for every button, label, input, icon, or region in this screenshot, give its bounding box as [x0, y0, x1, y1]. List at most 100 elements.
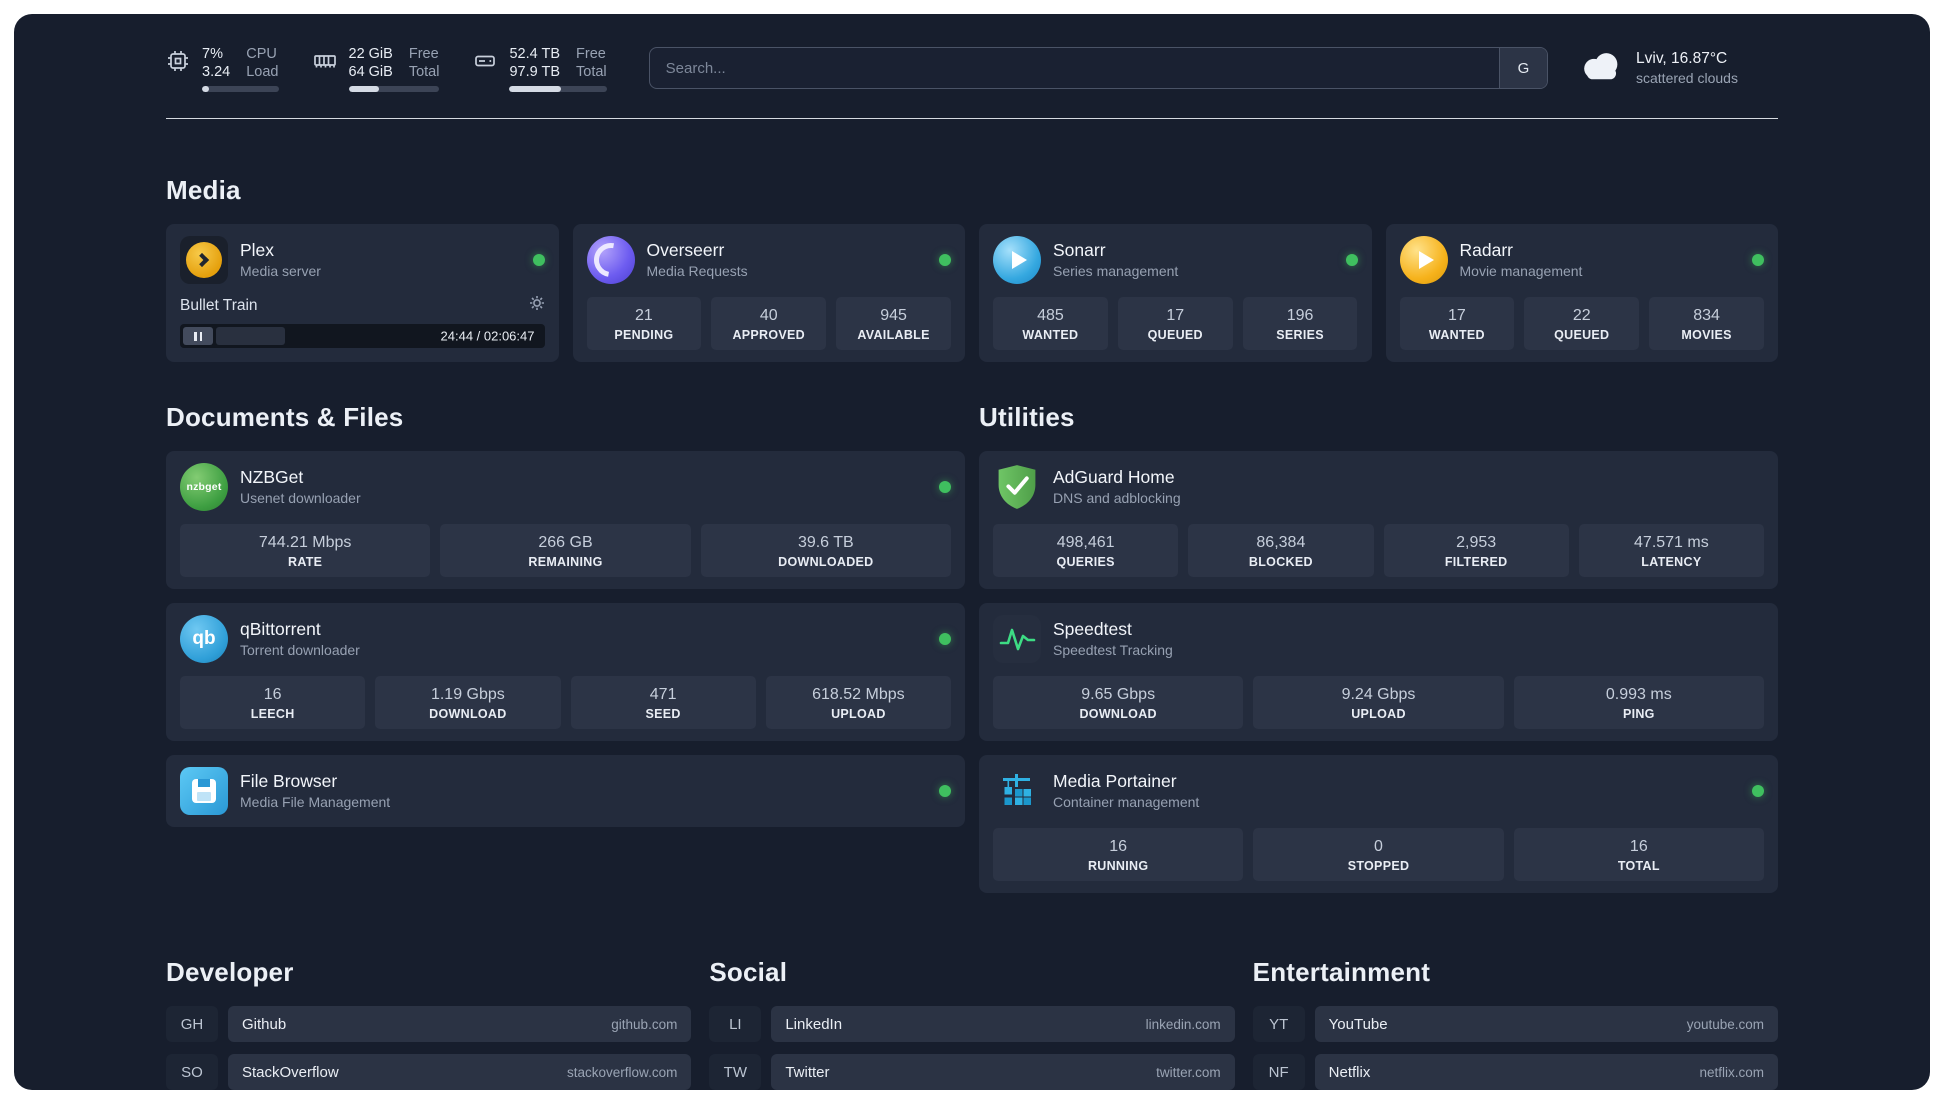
sonarr-icon: [993, 236, 1041, 284]
status-dot: [1345, 254, 1358, 266]
bookmark-name: Netflix: [1328, 1063, 1371, 1081]
stat-value: 16: [1109, 838, 1128, 855]
stat-box-download: 1.19 Gbps DOWNLOAD: [375, 676, 561, 729]
service-link-adguard[interactable]: AdGuard Home DNS and adblocking: [993, 463, 1764, 511]
service-link-filebrowser[interactable]: File Browser Media File Management: [180, 767, 951, 815]
stat-value: 0.993 ms: [1605, 686, 1672, 703]
service-desc: Series management: [1053, 263, 1179, 279]
plex-icon: [180, 236, 228, 284]
service-link-nzbget[interactable]: nzbget NZBGet Usenet downloader: [180, 463, 951, 511]
stat-value: 17: [1166, 307, 1185, 324]
bookmark-domain: netflix.com: [1699, 1064, 1764, 1080]
stat-box-filtered: 2,953 FILTERED: [1383, 524, 1569, 577]
stats-row: 498,461 QUERIES 86,384 BLOCKED 2,953 FIL…: [993, 524, 1764, 577]
bookmark-stackoverflow[interactable]: SO StackOverflow stackoverflow.com: [166, 1054, 692, 1090]
service-link-speedtest[interactable]: Speedtest Speedtest Tracking: [993, 615, 1764, 663]
cloud-icon: [1578, 50, 1624, 87]
stat-label: DOWNLOAD: [429, 707, 507, 721]
stat-box-pending: 21 PENDING: [586, 297, 702, 350]
service-name: Plex: [240, 240, 275, 260]
stat-label: AVAILABLE: [857, 328, 930, 342]
service-desc: Torrent downloader: [240, 642, 360, 658]
stat-label: WANTED: [1022, 328, 1079, 342]
speedtest-graph-icon: [993, 615, 1041, 663]
bookmark-name: LinkedIn: [785, 1015, 843, 1033]
stat-box-download: 9.65 Gbps DOWNLOAD: [993, 676, 1244, 729]
search-input[interactable]: [649, 48, 1499, 88]
bookmark-github[interactable]: GH Github github.com: [166, 1006, 692, 1042]
stat-label: REMAINING: [528, 555, 603, 569]
section-title-developer: Developer: [166, 957, 294, 987]
stat-value: 16: [263, 686, 282, 703]
bookmark-name: StackOverflow: [242, 1063, 339, 1081]
stat-label: WANTED: [1428, 328, 1485, 342]
stats-row: 744.21 Mbps RATE 266 GB REMAINING 39.6 T…: [180, 524, 951, 577]
pause-button[interactable]: [183, 327, 213, 345]
section-title-utilities: Utilities: [979, 402, 1075, 432]
utilities-column: Utilities AdGuard Home DNS and adblockin…: [979, 402, 1778, 893]
stat-value: 2,953: [1456, 534, 1497, 551]
weather-location: Lviv, 16.87°C: [1636, 50, 1728, 67]
service-card-qbittorrent: qb qBittorrent Torrent downloader 16 LEE…: [166, 603, 965, 741]
service-link-portainer[interactable]: Media Portainer Container management: [993, 767, 1764, 815]
status-dot: [1752, 254, 1764, 266]
stat-box-downloaded: 39.6 TB DOWNLOADED: [700, 524, 951, 577]
bookmark-twitter[interactable]: TW Twitter twitter.com: [709, 1054, 1235, 1090]
stat-label: UPLOAD: [1351, 707, 1406, 721]
disk-widget: 52.4 TB 97.9 TB Free Total: [473, 45, 607, 92]
stat-box-total: 16 TOTAL: [1513, 828, 1764, 881]
service-card-speedtest: Speedtest Speedtest Tracking 9.65 Gbps D…: [979, 603, 1778, 741]
stat-value: 21: [635, 307, 653, 324]
media-player-bar[interactable]: 24:44 / 02:06:47: [180, 324, 545, 348]
memory-total-label: Total: [408, 63, 440, 80]
memory-icon: [313, 49, 337, 78]
stats-row: 16 LEECH 1.19 Gbps DOWNLOAD 471 SEED 618…: [180, 676, 951, 729]
service-link-qbittorrent[interactable]: qb qBittorrent Torrent downloader: [180, 615, 951, 663]
bookmark-name: Twitter: [785, 1063, 830, 1081]
service-link-radarr[interactable]: Radarr Movie management: [1399, 236, 1764, 284]
stat-value: 834: [1693, 307, 1720, 324]
bookmark-youtube[interactable]: YT YouTube youtube.com: [1252, 1006, 1778, 1042]
cpu-load: 3.24: [202, 63, 231, 80]
bookmark-abbr: NF: [1252, 1054, 1305, 1090]
memory-total: 64 GiB: [348, 63, 393, 80]
stat-label: PENDING: [614, 328, 674, 342]
stat-value: 39.6 TB: [797, 534, 854, 551]
section-title-media: Media: [166, 175, 241, 205]
service-name: Radarr: [1459, 240, 1514, 260]
stat-label: QUEUED: [1147, 328, 1203, 342]
adguard-shield-icon: [993, 463, 1041, 511]
service-link-plex[interactable]: Plex Media server: [180, 236, 545, 284]
stat-box-queued: 22 QUEUED: [1524, 297, 1640, 350]
stats-row: 17 WANTED 22 QUEUED 834 MOVIES: [1399, 297, 1765, 350]
service-link-overseerr[interactable]: Overseerr Media Requests: [586, 236, 951, 284]
stat-value: 9.65 Gbps: [1081, 686, 1156, 703]
cpu-chip-icon: [166, 49, 190, 78]
stat-value: 498,461: [1056, 534, 1115, 551]
stats-row: 9.65 Gbps DOWNLOAD 9.24 Gbps UPLOAD 0.99…: [993, 676, 1764, 729]
service-name: File Browser: [240, 771, 338, 791]
stat-value: 618.52 Mbps: [812, 686, 905, 703]
stat-box-queued: 17 QUEUED: [1117, 297, 1233, 350]
bookmark-netflix[interactable]: NF Netflix netflix.com: [1252, 1054, 1778, 1090]
service-link-sonarr[interactable]: Sonarr Series management: [993, 236, 1358, 284]
stat-value: 485: [1037, 307, 1064, 324]
weather-condition: scattered clouds: [1636, 70, 1738, 86]
memory-free-label: Free: [408, 45, 439, 62]
service-card-overseerr: Overseerr Media Requests 21 PENDING 40 A…: [572, 224, 965, 362]
stat-box-upload: 9.24 Gbps UPLOAD: [1253, 676, 1504, 729]
portainer-crane-icon: [993, 767, 1041, 815]
player-settings-icon[interactable]: [529, 295, 545, 316]
stat-label: LATENCY: [1641, 555, 1702, 569]
bookmark-linkedin[interactable]: LI LinkedIn linkedin.com: [709, 1006, 1235, 1042]
search-provider-button[interactable]: G: [1499, 48, 1547, 88]
radarr-icon: [1399, 236, 1448, 284]
bookmark-abbr: GH: [166, 1006, 218, 1042]
stat-box-stopped: 0 STOPPED: [1253, 828, 1504, 881]
service-card-filebrowser: File Browser Media File Management: [166, 755, 965, 827]
stat-label: RUNNING: [1087, 859, 1149, 873]
stat-label: FILTERED: [1444, 555, 1508, 569]
disk-free: 52.4 TB: [509, 45, 561, 62]
media-grid: Plex Media server Bullet Train 24:44 / 0…: [166, 224, 1778, 362]
stat-label: STOPPED: [1347, 859, 1410, 873]
